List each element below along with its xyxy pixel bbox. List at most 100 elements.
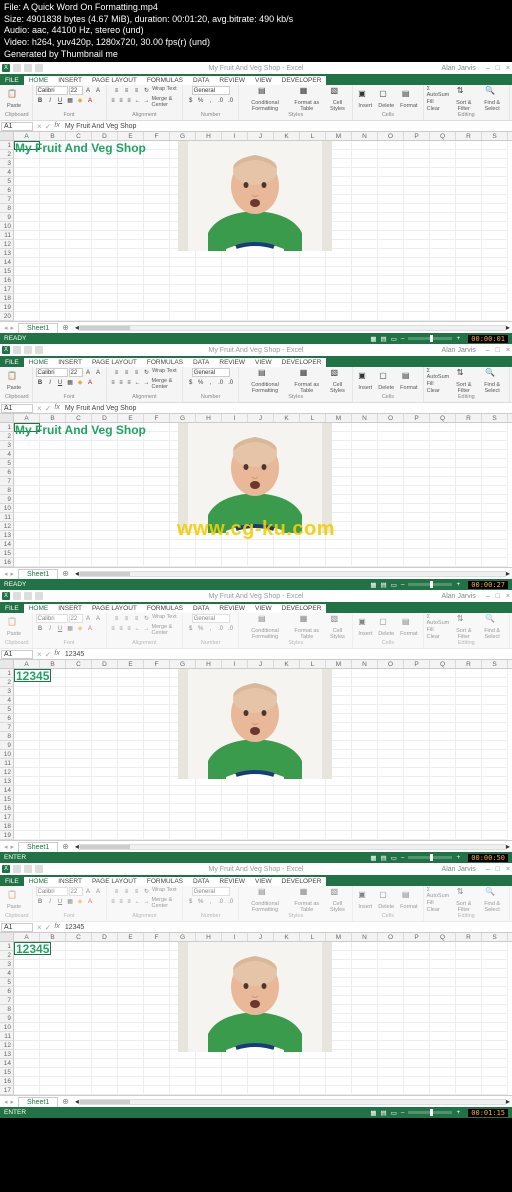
row-header[interactable]: 14 bbox=[0, 786, 14, 795]
cell[interactable] bbox=[404, 522, 430, 531]
column-header[interactable]: P bbox=[404, 414, 430, 422]
cell[interactable] bbox=[40, 522, 66, 531]
cell[interactable] bbox=[456, 813, 482, 822]
cell[interactable] bbox=[92, 1077, 118, 1086]
insert-cells-button[interactable]: ▣Insert bbox=[356, 890, 374, 911]
cell[interactable] bbox=[352, 1014, 378, 1023]
cell[interactable] bbox=[40, 696, 66, 705]
column-header[interactable]: I bbox=[222, 660, 248, 668]
cell[interactable] bbox=[144, 558, 170, 567]
cell[interactable] bbox=[144, 750, 170, 759]
cell[interactable] bbox=[482, 540, 508, 549]
cell[interactable] bbox=[352, 777, 378, 786]
row-header[interactable]: 17 bbox=[0, 285, 14, 294]
cell[interactable] bbox=[482, 468, 508, 477]
close-icon[interactable]: × bbox=[506, 65, 510, 72]
cell[interactable] bbox=[118, 450, 144, 459]
cell[interactable] bbox=[404, 759, 430, 768]
cell[interactable] bbox=[274, 1068, 300, 1077]
cell[interactable] bbox=[14, 486, 40, 495]
cell[interactable] bbox=[40, 759, 66, 768]
cell[interactable] bbox=[170, 549, 196, 558]
column-header[interactable]: N bbox=[352, 414, 378, 422]
cell[interactable] bbox=[352, 786, 378, 795]
cell[interactable] bbox=[66, 813, 92, 822]
cell[interactable] bbox=[456, 960, 482, 969]
cell[interactable] bbox=[482, 951, 508, 960]
worksheet[interactable]: ABCDEFGHIJKLMNOPQRS 12345678910111213141… bbox=[0, 132, 512, 321]
cell[interactable] bbox=[456, 285, 482, 294]
cell[interactable] bbox=[66, 786, 92, 795]
cell[interactable] bbox=[248, 804, 274, 813]
sort-filter-button[interactable]: ⇅Sort & Filter bbox=[451, 86, 476, 112]
cell[interactable] bbox=[144, 549, 170, 558]
cell[interactable] bbox=[144, 678, 170, 687]
cell[interactable] bbox=[378, 549, 404, 558]
cell[interactable] bbox=[482, 1059, 508, 1068]
row-header[interactable]: 12 bbox=[0, 522, 14, 531]
cell[interactable] bbox=[430, 1032, 456, 1041]
cell[interactable] bbox=[66, 540, 92, 549]
align-right-icon[interactable]: ≡ bbox=[126, 897, 133, 906]
cell[interactable] bbox=[404, 831, 430, 840]
zoom-in-icon[interactable]: + bbox=[456, 335, 460, 342]
cell[interactable] bbox=[326, 258, 352, 267]
cell[interactable] bbox=[118, 777, 144, 786]
zoom-in-icon[interactable]: + bbox=[456, 581, 460, 588]
cell[interactable] bbox=[430, 150, 456, 159]
view-layout-icon[interactable]: ▤ bbox=[381, 1109, 387, 1117]
cell[interactable] bbox=[378, 1023, 404, 1032]
row-header[interactable]: 19 bbox=[0, 303, 14, 312]
cell[interactable] bbox=[14, 531, 40, 540]
row-header[interactable]: 8 bbox=[0, 486, 14, 495]
cell[interactable] bbox=[430, 696, 456, 705]
row-header[interactable]: 8 bbox=[0, 204, 14, 213]
cell[interactable] bbox=[66, 549, 92, 558]
cell[interactable] bbox=[66, 213, 92, 222]
align-bot-icon[interactable]: ≡ bbox=[132, 86, 141, 95]
cell[interactable] bbox=[482, 522, 508, 531]
cell[interactable] bbox=[456, 687, 482, 696]
cell[interactable] bbox=[404, 687, 430, 696]
cell[interactable] bbox=[430, 1023, 456, 1032]
cell[interactable] bbox=[430, 222, 456, 231]
cell[interactable] bbox=[144, 495, 170, 504]
cell[interactable] bbox=[144, 459, 170, 468]
cell[interactable] bbox=[352, 540, 378, 549]
cell[interactable] bbox=[144, 759, 170, 768]
cell[interactable] bbox=[430, 285, 456, 294]
tab-view[interactable]: VIEW bbox=[250, 358, 277, 367]
cell[interactable] bbox=[92, 960, 118, 969]
column-header[interactable]: R bbox=[456, 132, 482, 140]
cell[interactable] bbox=[352, 267, 378, 276]
align-right-icon[interactable]: ≡ bbox=[126, 96, 133, 105]
cell[interactable] bbox=[482, 303, 508, 312]
insert-cells-button[interactable]: ▣Insert bbox=[356, 617, 374, 638]
cell[interactable] bbox=[40, 777, 66, 786]
align-left-icon[interactable]: ≡ bbox=[110, 96, 117, 105]
cell[interactable] bbox=[456, 195, 482, 204]
cell[interactable] bbox=[92, 531, 118, 540]
percent-icon[interactable]: % bbox=[196, 624, 205, 633]
column-header[interactable]: B bbox=[40, 414, 66, 422]
cell[interactable] bbox=[456, 678, 482, 687]
cell[interactable] bbox=[40, 741, 66, 750]
cell[interactable] bbox=[118, 159, 144, 168]
row-header[interactable]: 9 bbox=[0, 741, 14, 750]
column-header[interactable]: M bbox=[326, 414, 352, 422]
cell[interactable] bbox=[92, 714, 118, 723]
cell[interactable] bbox=[14, 1086, 40, 1095]
sort-filter-button[interactable]: ⇅Sort & Filter bbox=[451, 614, 476, 640]
cell[interactable] bbox=[14, 159, 40, 168]
cell[interactable] bbox=[456, 1068, 482, 1077]
cell[interactable] bbox=[430, 987, 456, 996]
cell[interactable] bbox=[430, 996, 456, 1005]
column-header[interactable]: P bbox=[404, 660, 430, 668]
conditional-formatting-button[interactable]: ▤Conditional Formatting bbox=[242, 614, 288, 640]
cell[interactable] bbox=[430, 786, 456, 795]
column-header[interactable]: S bbox=[482, 933, 508, 941]
cell[interactable] bbox=[404, 486, 430, 495]
sheet-tab-sheet1[interactable]: Sheet1 bbox=[18, 323, 58, 333]
font-color-button[interactable]: A bbox=[86, 897, 95, 906]
cell[interactable] bbox=[378, 1041, 404, 1050]
